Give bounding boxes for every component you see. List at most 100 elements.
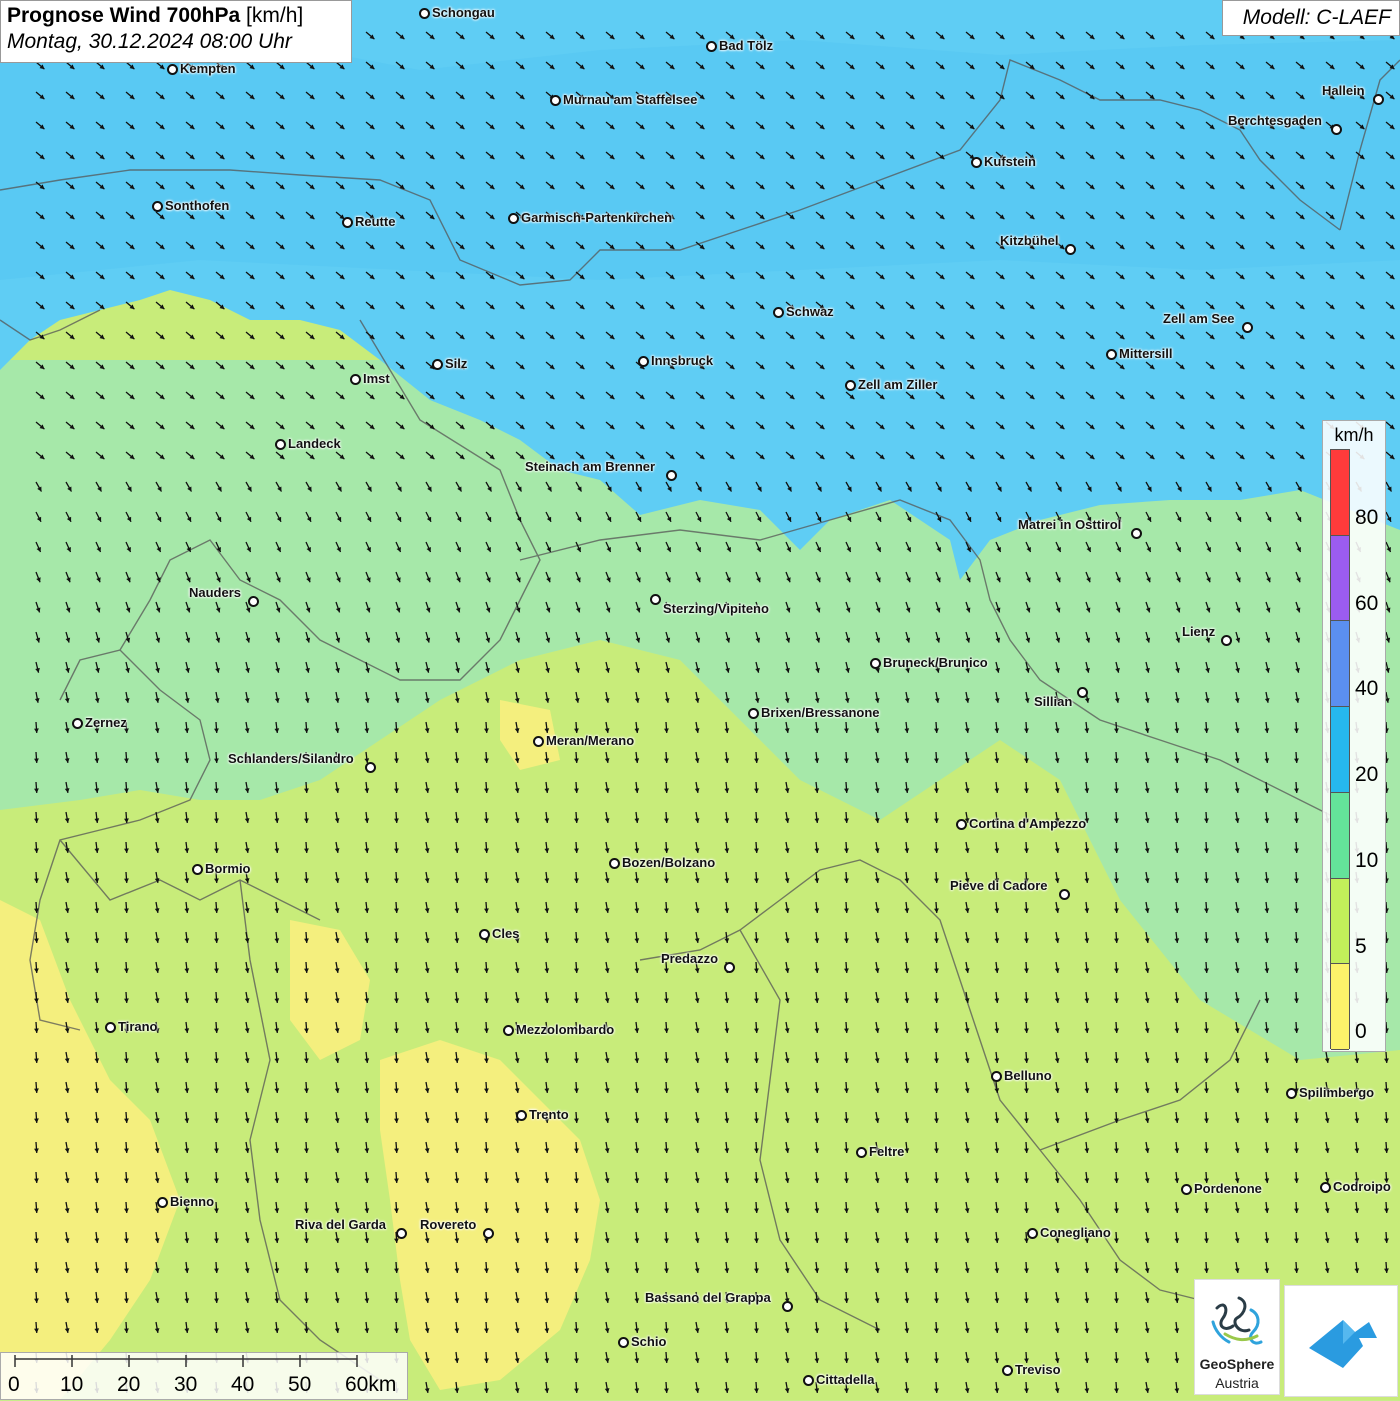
city-label: Bormio [205,861,251,876]
title-unit: [km/h] [246,4,304,27]
city-label: Bienno [170,1194,215,1209]
legend-label: 80 [1355,506,1379,529]
legend-swatch [1331,792,1349,879]
app-logo[interactable] [1284,1285,1398,1397]
city-dot-icon [479,929,490,940]
city-label: Bruneck/Brunico [883,655,988,670]
city-label: Kitzbühel [1000,233,1059,248]
city-dot-icon [971,157,982,168]
scale-label: 40 [231,1373,255,1396]
city-dot-icon [432,359,443,370]
city-dot-icon [870,658,881,669]
city-label: Cittadella [816,1372,875,1387]
title-box: Prognose Wind 700hPa [km/h] Montag, 30.1… [0,0,352,63]
city-label: Sterzing/Vipiteno [663,601,769,616]
city-dot-icon [167,64,178,75]
city-dot-icon [550,95,561,106]
city-dot-icon [419,8,430,19]
city-label: Steinach am Brenner [525,459,656,474]
city-label: Conegliano [1040,1225,1111,1240]
scale-label: 60km [345,1373,397,1396]
geosphere-name: GeoSphere [1199,1356,1275,1372]
scale-label: 0 [8,1373,20,1396]
city-label: Bassano del Grappa [645,1290,771,1305]
city-label: Sillian [1034,694,1073,709]
city-dot-icon [72,718,83,729]
legend-color-bar [1330,449,1350,1050]
city-dot-icon [152,201,163,212]
city-label: Feltre [869,1144,905,1159]
city-label: Bad Tölz [719,38,774,53]
city-dot-icon [105,1022,116,1033]
legend-label: 5 [1355,934,1367,958]
city-label: Sonthofen [165,198,230,213]
legend-label: 60 [1355,591,1379,615]
map-title: Prognose Wind 700hPa [km/h] [7,4,304,27]
city-dot-icon [856,1147,867,1158]
legend-swatch [1331,964,1349,1050]
city-dot-icon [1320,1182,1331,1193]
city-dot-icon [991,1071,1002,1082]
city-label: Reutte [355,214,396,229]
geosphere-logo[interactable]: GeoSphere Austria [1194,1279,1280,1395]
city-dot-icon [192,864,203,875]
city-label: Garmisch-Partenkirchen [521,210,673,225]
city-dot-icon [503,1025,514,1036]
city-label: Innsbruck [651,353,714,368]
legend-unit: km/h [1334,425,1374,445]
city-label: Trento [529,1107,569,1122]
city-dot-icon [1373,94,1384,105]
city-label: Riva del Garda [295,1217,387,1232]
city-dot-icon [748,708,759,719]
city-dot-icon [1181,1184,1192,1195]
city-label: Cles [492,926,520,941]
city-dot-icon [1002,1365,1013,1376]
city-dot-icon [157,1197,168,1208]
legend-swatch [1331,707,1349,793]
city-dot-icon [342,217,353,228]
city-label: Schlanders/Silandro [228,751,354,766]
city-label: Murnau am Staffelsee [563,92,698,107]
city-dot-icon [1221,635,1232,646]
geosphere-emblem-icon [1211,1296,1263,1345]
color-legend: km/h 80 60 40 20 10 5 0 [1322,420,1386,1052]
legend-swatch [1331,535,1349,622]
city-label: Kufstein [984,154,1036,169]
city-label: Pordenone [1194,1181,1262,1196]
legend-label: 0 [1355,1020,1367,1044]
city-label: Zernez [85,715,127,730]
city-dot-icon [508,213,519,224]
city-dot-icon [533,736,544,747]
city-label: Berchtesgaden [1228,113,1322,128]
city-label: Mittersill [1119,346,1173,361]
legend-swatch [1331,450,1349,536]
city-dot-icon [1106,349,1117,360]
city-label: Schwaz [786,304,834,319]
city-label: Treviso [1015,1362,1061,1377]
city-label: Brixen/Bressanone [761,705,880,720]
city-label: Matrei in Osttirol [1018,517,1122,532]
city-dot-icon [1286,1088,1297,1099]
scale-bar: 0 10 20 30 40 50 60km [0,1352,408,1400]
city-label: Lienz [1182,624,1216,639]
app-kite-icon [1309,1320,1377,1368]
city-dot-icon [845,380,856,391]
city-dot-icon [1131,528,1142,539]
city-label: Hallein [1322,83,1365,98]
city-dot-icon [1242,322,1253,333]
city-dot-icon [609,858,620,869]
model-label: Modell: C-LAEF [1222,0,1400,36]
city-dot-icon [275,439,286,450]
city-label: Tirano [118,1019,158,1034]
city-dot-icon [1027,1228,1038,1239]
forecast-date: Montag, 30.12.2024 08:00 Uhr [7,30,292,53]
city-label: Cortina d'Ampezzo [969,816,1087,831]
city-label: Predazzo [661,951,719,966]
city-dot-icon [483,1228,494,1239]
city-label: Belluno [1004,1068,1052,1083]
city-dot-icon [618,1337,629,1348]
scale-label: 50 [288,1373,312,1396]
city-dot-icon [248,596,259,607]
legend-swatch [1331,878,1349,965]
city-label: Imst [363,371,390,386]
